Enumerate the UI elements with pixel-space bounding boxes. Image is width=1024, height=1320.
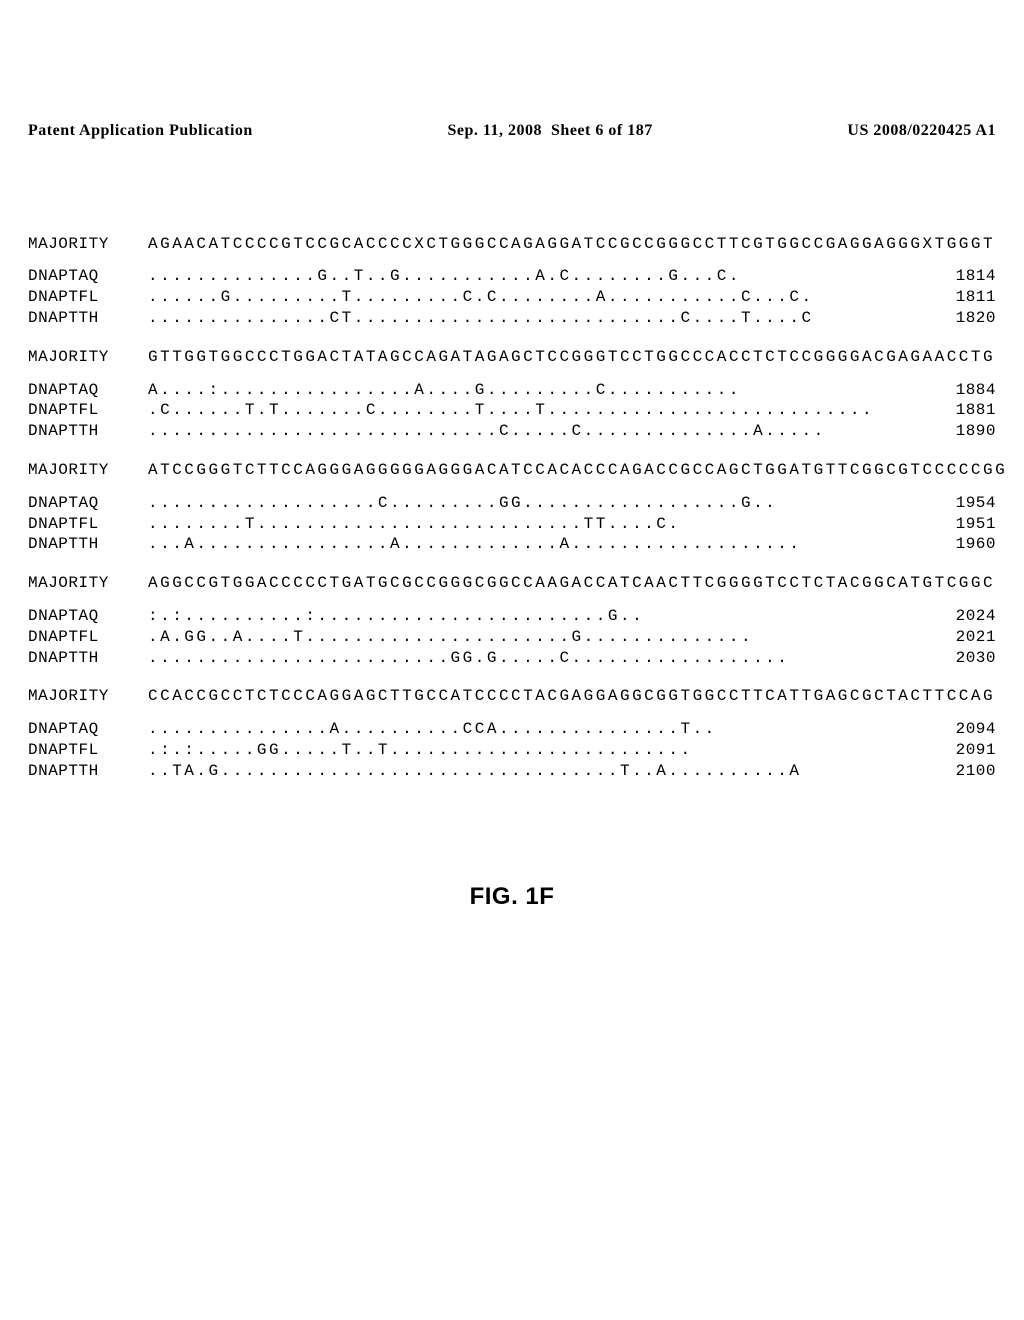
sequence-text: ..TA.G.................................T… <box>148 761 916 782</box>
sequence-text: .........................GG.G.....C.....… <box>148 648 916 669</box>
sequence-text: CCACCGCCTCTCCCAGGAGCTTGCCATCCCCTACGAGGAG… <box>148 686 995 707</box>
header-right: US 2008/0220425 A1 <box>847 121 996 142</box>
position-number: 1954 <box>916 493 996 514</box>
alignment-block: MAJORITYAGAACATCCCCGTCCGCACCCCXCTGGGCCAG… <box>28 234 996 329</box>
row-label: DNAPTAQ <box>28 493 148 514</box>
figure-label: FIG. 1F <box>28 881 996 912</box>
row-label: MAJORITY <box>28 460 148 481</box>
alignment-block: MAJORITYGTTGGTGGCCCTGGACTATAGCCAGATAGAGC… <box>28 347 996 442</box>
sequence-row: DNAPTFL.C......T.T.......C........T....T… <box>28 400 996 421</box>
position-number <box>995 234 1024 255</box>
sequence-row: DNAPTAQ...................C.........GG..… <box>28 493 996 514</box>
sequence-row: DNAPTTH...A................A............… <box>28 534 996 555</box>
row-label: DNAPTTH <box>28 761 148 782</box>
sequence-text: ..............G..T..G...........A.C.....… <box>148 266 916 287</box>
row-label: DNAPTTH <box>28 308 148 329</box>
sequence-text: .............................C.....C....… <box>148 421 916 442</box>
position-number: 2100 <box>916 761 996 782</box>
sequence-row: DNAPTAQA....:................A....G.....… <box>28 380 996 401</box>
position-number: 1884 <box>916 380 996 401</box>
row-label: DNAPTFL <box>28 740 148 761</box>
row-label: MAJORITY <box>28 347 148 368</box>
position-number: 2024 <box>916 606 996 627</box>
sequence-row: DNAPTTH..TA.G...........................… <box>28 761 996 782</box>
position-number <box>995 686 1024 707</box>
position-number: 2030 <box>916 648 996 669</box>
sequence-text: ...............A..........CCA...........… <box>148 719 916 740</box>
position-number <box>995 573 1024 594</box>
position-number: 1890 <box>916 421 996 442</box>
row-label: DNAPTAQ <box>28 380 148 401</box>
header-left: Patent Application Publication <box>28 121 253 142</box>
row-label: DNAPTFL <box>28 400 148 421</box>
majority-row: MAJORITYAGGCCGTGGACCCCCTGATGCGCCGGGCGGCC… <box>28 573 996 594</box>
row-label: DNAPTTH <box>28 648 148 669</box>
row-label: DNAPTAQ <box>28 606 148 627</box>
majority-row: MAJORITYCCACCGCCTCTCCCAGGAGCTTGCCATCCCCT… <box>28 686 996 707</box>
sequence-row: DNAPTTH.............................C...… <box>28 421 996 442</box>
alignment-block: MAJORITYCCACCGCCTCTCCCAGGAGCTTGCCATCCCCT… <box>28 686 996 781</box>
position-number: 1881 <box>916 400 996 421</box>
sequence-text: GTTGGTGGCCCTGGACTATAGCCAGATAGAGCTCCGGGTC… <box>148 347 995 368</box>
sequence-alignment: MAJORITYAGAACATCCCCGTCCGCACCCCXCTGGGCCAG… <box>28 234 996 782</box>
majority-row: MAJORITYAGAACATCCCCGTCCGCACCCCXCTGGGCCAG… <box>28 234 996 255</box>
position-number: 1811 <box>916 287 996 308</box>
row-label: DNAPTTH <box>28 534 148 555</box>
sequence-text: :.:..........:........................G.… <box>148 606 916 627</box>
position-number: 1951 <box>916 514 996 535</box>
sequence-text: .:.:.....GG.....T..T....................… <box>148 740 916 761</box>
header-center: Sep. 11, 2008 Sheet 6 of 187 <box>448 121 653 142</box>
sequence-row: DNAPTAQ:.:..........:...................… <box>28 606 996 627</box>
row-label: MAJORITY <box>28 686 148 707</box>
row-label: DNAPTFL <box>28 514 148 535</box>
position-number: 2091 <box>916 740 996 761</box>
row-label: DNAPTAQ <box>28 266 148 287</box>
sequence-text: AGAACATCCCCGTCCGCACCCCXCTGGGCCAGAGGATCCG… <box>148 234 995 255</box>
sequence-text: A....:................A....G.........C..… <box>148 380 916 401</box>
row-label: DNAPTTH <box>28 421 148 442</box>
sequence-row: DNAPTTH...............CT................… <box>28 308 996 329</box>
majority-row: MAJORITYATCCGGGTCTTCCAGGGAGGGGGAGGGACATC… <box>28 460 996 481</box>
sequence-row: DNAPTFL.A.GG..A....T....................… <box>28 627 996 648</box>
sequence-text: ......G.........T.........C.C........A..… <box>148 287 916 308</box>
majority-row: MAJORITYGTTGGTGGCCCTGGACTATAGCCAGATAGAGC… <box>28 347 996 368</box>
row-label: DNAPTFL <box>28 627 148 648</box>
position-number: 2094 <box>916 719 996 740</box>
row-label: DNAPTAQ <box>28 719 148 740</box>
row-label: MAJORITY <box>28 234 148 255</box>
sequence-text: ...............CT.......................… <box>148 308 916 329</box>
position-number <box>1007 460 1024 481</box>
sequence-row: DNAPTTH.........................GG.G....… <box>28 648 996 669</box>
sequence-row: DNAPTFL.:.:.....GG.....T..T.............… <box>28 740 996 761</box>
row-label: DNAPTFL <box>28 287 148 308</box>
alignment-block: MAJORITYAGGCCGTGGACCCCCTGATGCGCCGGGCGGCC… <box>28 573 996 668</box>
position-number: 1814 <box>916 266 996 287</box>
sequence-text: ...A................A.............A.....… <box>148 534 916 555</box>
sequence-text: ........T...........................TT..… <box>148 514 916 535</box>
position-number: 1820 <box>916 308 996 329</box>
sequence-text: ATCCGGGTCTTCCAGGGAGGGGGAGGGACATCCACACCCA… <box>148 460 1007 481</box>
alignment-block: MAJORITYATCCGGGTCTTCCAGGGAGGGGGAGGGACATC… <box>28 460 996 555</box>
sequence-row: DNAPTAQ...............A..........CCA....… <box>28 719 996 740</box>
sequence-text: .C......T.T.......C........T....T.......… <box>148 400 916 421</box>
sequence-text: .A.GG..A....T......................G....… <box>148 627 916 648</box>
sequence-row: DNAPTFL......G.........T.........C.C....… <box>28 287 996 308</box>
row-label: MAJORITY <box>28 573 148 594</box>
sequence-row: DNAPTAQ..............G..T..G...........A… <box>28 266 996 287</box>
position-number: 2021 <box>916 627 996 648</box>
position-number <box>995 347 1024 368</box>
sequence-text: ...................C.........GG.........… <box>148 493 916 514</box>
sequence-row: DNAPTFL........T........................… <box>28 514 996 535</box>
sequence-text: AGGCCGTGGACCCCCTGATGCGCCGGGCGGCCAAGACCAT… <box>148 573 995 594</box>
position-number: 1960 <box>916 534 996 555</box>
page-header: Patent Application Publication Sep. 11, … <box>28 121 996 142</box>
